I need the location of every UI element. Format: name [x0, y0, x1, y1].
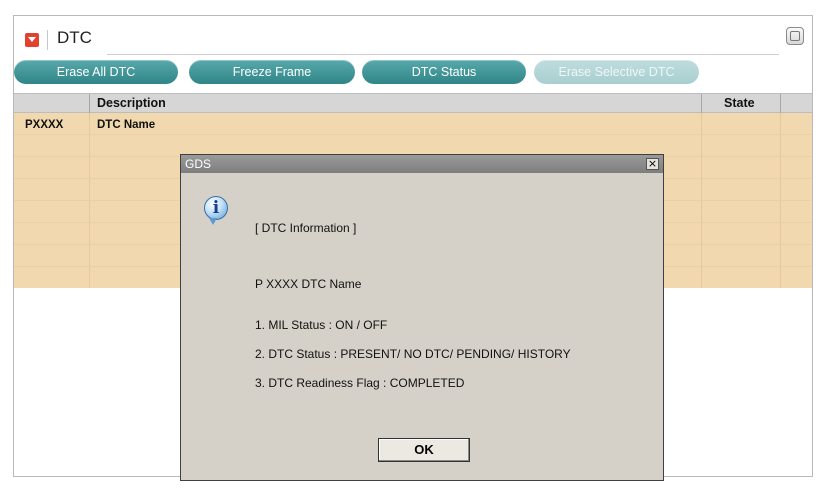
header-divider: [47, 30, 48, 50]
toolbar: Erase All DTC Freeze Frame DTC Status Er…: [14, 60, 812, 85]
column-header-state[interactable]: State: [724, 96, 755, 110]
collapse-icon[interactable]: [25, 33, 39, 47]
dtc-information-dialog: GDS × i [ DTC Information ] P XXXX DTC N…: [180, 154, 664, 481]
dtc-name-line: P XXXX DTC Name: [255, 277, 362, 291]
table-header: Description State: [14, 93, 812, 113]
close-icon[interactable]: ×: [646, 158, 659, 170]
panel-header: DTC: [14, 16, 812, 58]
dtc-status-button[interactable]: DTC Status: [362, 60, 526, 84]
header-underline: [107, 54, 779, 55]
mil-status-line: 1. MIL Status : ON / OFF: [255, 318, 388, 332]
ok-button[interactable]: OK: [378, 438, 470, 462]
dtc-code-cell[interactable]: PXXXX: [25, 119, 63, 131]
freeze-frame-button[interactable]: Freeze Frame: [189, 60, 355, 84]
dialog-title-bar[interactable]: GDS ×: [181, 155, 663, 173]
info-icon: i: [204, 196, 228, 225]
readiness-flag-line: 3. DTC Readiness Flag : COMPLETED: [255, 376, 465, 390]
erase-all-dtc-button[interactable]: Erase All DTC: [14, 60, 178, 84]
erase-selective-dtc-button: Erase Selective DTC: [534, 60, 699, 84]
grid-line: [14, 134, 812, 135]
dialog-title: GDS: [185, 157, 212, 171]
column-divider: [89, 94, 90, 113]
column-header-description[interactable]: Description: [97, 96, 166, 110]
page-title: DTC: [57, 28, 92, 47]
dtc-status-line: 2. DTC Status : PRESENT/ NO DTC/ PENDING…: [255, 347, 571, 361]
dtc-description-cell[interactable]: DTC Name: [97, 119, 155, 131]
column-divider: [780, 94, 781, 113]
window-icon[interactable]: [786, 27, 804, 45]
column-divider: [701, 94, 702, 113]
dialog-heading: [ DTC Information ]: [255, 221, 357, 235]
